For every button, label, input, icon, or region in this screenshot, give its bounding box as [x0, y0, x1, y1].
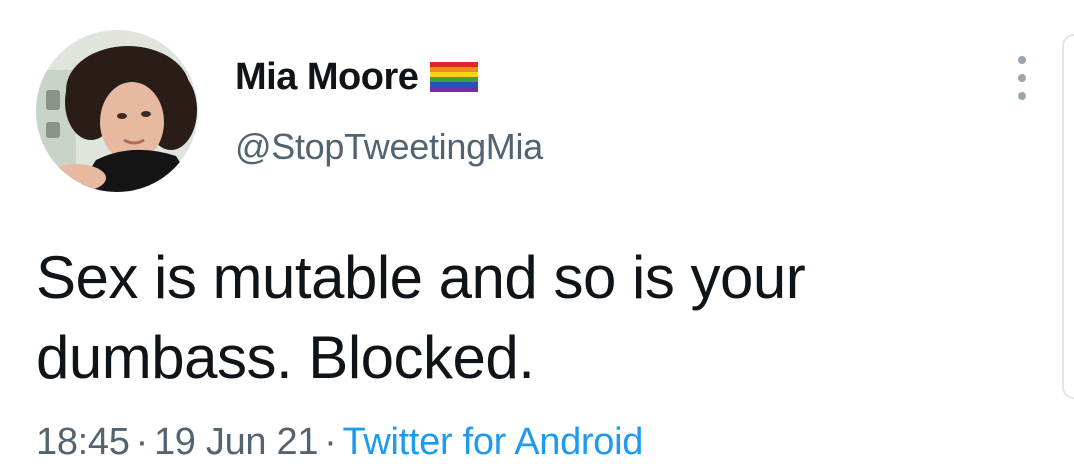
more-options-button[interactable] [1008, 56, 1036, 100]
tweet-text-line: Sex is mutable and so is your [36, 244, 806, 311]
rainbow-flag-icon [428, 60, 480, 94]
author-display-name[interactable]: Mia Moore [235, 56, 419, 99]
meta-separator: · [135, 421, 149, 463]
tweet-text: Sex is mutable and so is your dumbass. B… [36, 238, 1026, 398]
author-handle[interactable]: @StopTweetingMia [235, 126, 543, 168]
avatar[interactable] [36, 30, 198, 192]
tweet-time[interactable]: 18:45 [36, 421, 130, 463]
more-dot [1018, 92, 1026, 100]
meta-separator: · [324, 421, 337, 463]
more-dot [1018, 74, 1026, 82]
more-vertical-icon [1018, 56, 1026, 64]
profile-photo [36, 30, 198, 192]
tweet-meta: 18:45 · 19 Jun 21 · Twitter for Android [36, 418, 643, 464]
tweet-text-line: dumbass. Blocked. [36, 324, 535, 391]
adjacent-card-edge [1062, 34, 1074, 399]
author-name-row[interactable]: Mia Moore [235, 52, 480, 102]
tweet-source-link[interactable]: Twitter for Android [343, 421, 644, 463]
tweet-date[interactable]: 19 Jun 21 [154, 421, 319, 463]
tweet-card: Mia Moore @StopTweetingMia Sex is mutabl… [0, 0, 1074, 464]
